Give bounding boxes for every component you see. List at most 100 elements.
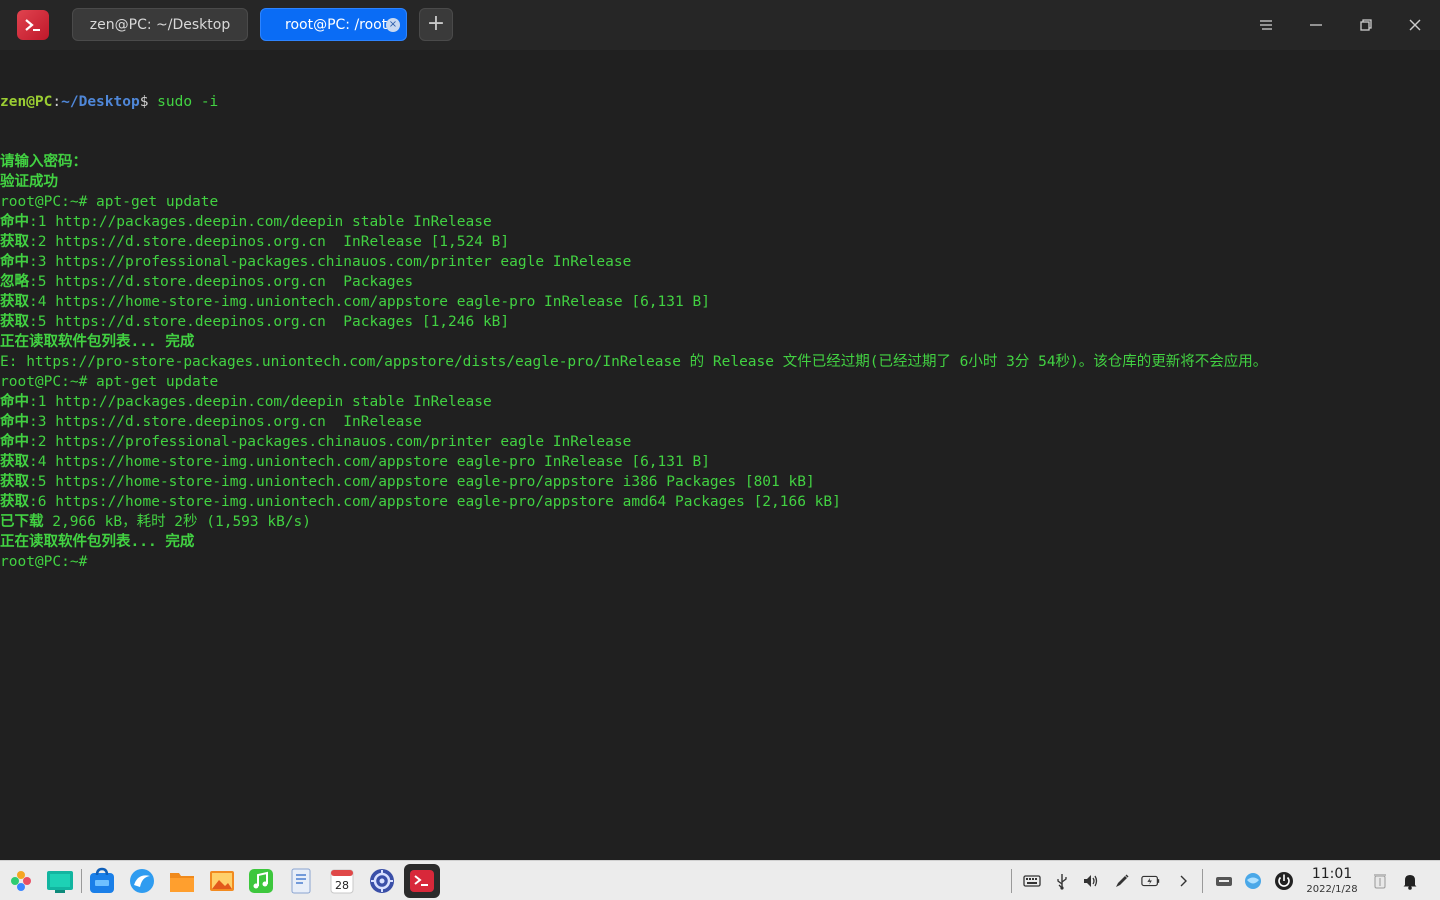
terminal-window: zen@PC: ~/Desktop root@PC: /root × + zen… (0, 0, 1440, 860)
browser-icon[interactable] (127, 866, 157, 896)
notification-bell-icon[interactable] (1400, 871, 1420, 891)
line-text: 验证成功 (0, 174, 58, 190)
line-text: :2 https://professional-packages.chinauo… (29, 434, 632, 450)
line-prefix: 获取 (0, 494, 29, 510)
prompt-command: sudo -i (148, 94, 219, 110)
keyboard-icon[interactable] (1022, 871, 1042, 891)
settings-icon[interactable] (367, 866, 397, 896)
terminal-line: 获取:5 https://d.store.deepinos.org.cn Pac… (0, 312, 1440, 332)
clock-time[interactable]: 11:01 (1306, 866, 1358, 882)
line-prefix: 获取 (0, 314, 29, 330)
terminal-dock-icon[interactable] (407, 866, 437, 896)
terminal-line: root@PC:~# apt-get update (0, 372, 1440, 392)
tray-separator (1011, 869, 1012, 893)
tab-root[interactable]: root@PC: /root × (260, 8, 407, 41)
tab-zen-desktop[interactable]: zen@PC: ~/Desktop (72, 8, 248, 41)
line-text: :1 http://packages.deepin.com/deepin sta… (29, 394, 492, 410)
terminal-line: 命中:2 https://professional-packages.china… (0, 432, 1440, 452)
prompt-separator: : (52, 94, 62, 110)
calendar-day: 28 (335, 879, 349, 892)
line-text: 2,966 kB，耗时 2秒 (1,593 kB/s) (43, 514, 312, 530)
terminal-line: 获取:2 https://d.store.deepinos.org.cn InR… (0, 232, 1440, 252)
menu-icon[interactable] (1253, 12, 1279, 38)
restore-icon[interactable] (1353, 12, 1379, 38)
line-prefix: 获取 (0, 474, 29, 490)
line-prefix: 已下载 (0, 514, 44, 530)
chevron-right-icon[interactable] (1173, 871, 1193, 891)
line-text: root@PC:~# (0, 554, 88, 570)
terminal-line: 命中:3 https://professional-packages.china… (0, 252, 1440, 272)
terminal-line: 命中:1 http://packages.deepin.com/deepin s… (0, 212, 1440, 232)
terminal-line: 验证成功 (0, 172, 1440, 192)
show-desktop-icon[interactable] (45, 866, 75, 896)
terminal-line: 获取:4 https://home-store-img.uniontech.co… (0, 292, 1440, 312)
document-viewer-icon[interactable] (286, 866, 316, 896)
line-prefix: 获取 (0, 294, 29, 310)
music-icon[interactable] (246, 866, 276, 896)
clock-date[interactable]: 2022/1/28 (1302, 884, 1362, 895)
terminal-lines: 请输入密码： 验证成功 root@PC:~# apt-get update 命中:1 … (0, 152, 1440, 572)
calendar-icon[interactable]: 28 (327, 866, 357, 896)
terminal-line: 请输入密码： (0, 152, 1440, 172)
dock-separator (81, 869, 82, 893)
image-viewer-icon[interactable] (207, 866, 237, 896)
terminal-line: 获取:6 https://home-store-img.uniontech.co… (0, 492, 1440, 512)
terminal-line: 已下载 2,966 kB，耗时 2秒 (1,593 kB/s) (0, 512, 1440, 532)
terminal-line: 命中:3 https://d.store.deepinos.org.cn InR… (0, 412, 1440, 432)
usb-icon[interactable] (1052, 871, 1072, 891)
line-text: :1 http://packages.deepin.com/deepin sta… (29, 214, 492, 230)
battery-icon[interactable] (1141, 871, 1161, 891)
input-method-icon[interactable] (1214, 871, 1234, 891)
line-text: :2 https://d.store.deepinos.org.cn InRel… (29, 234, 510, 250)
launcher-icon[interactable] (6, 866, 36, 896)
terminal-line: 获取:4 https://home-store-img.uniontech.co… (0, 452, 1440, 472)
line-text: root@PC:~# apt-get update (0, 194, 219, 210)
terminal-line: 命中:1 http://packages.deepin.com/deepin s… (0, 392, 1440, 412)
line-text: :5 https://d.store.deepinos.org.cn Packa… (29, 274, 414, 290)
volume-icon[interactable] (1081, 871, 1101, 891)
prompt-path: ~/Desktop (61, 94, 140, 110)
terminal-line: 获取:5 https://home-store-img.uniontech.co… (0, 472, 1440, 492)
line-text: :5 https://d.store.deepinos.org.cn Packa… (29, 314, 510, 330)
line-text: :5 https://home-store-img.uniontech.com/… (29, 474, 815, 490)
line-text: 正在读取软件包列表... 完成 (0, 334, 195, 350)
line-prefix: 获取 (0, 234, 29, 250)
line-prefix: 命中 (0, 394, 29, 410)
prompt-user: zen@PC (0, 94, 53, 110)
close-window-icon[interactable] (1402, 12, 1428, 38)
trash-icon[interactable] (1370, 871, 1390, 891)
line-text: 请输入密码： (0, 154, 87, 170)
line-text: root@PC:~# apt-get update (0, 374, 219, 390)
line-text: :3 https://professional-packages.chinauo… (29, 254, 632, 270)
terminal-line: 正在读取软件包列表... 完成 (0, 332, 1440, 352)
terminal-line: 忽略:5 https://d.store.deepinos.org.cn Pac… (0, 272, 1440, 292)
terminal-output[interactable]: zen@PC:~/Desktop$ sudo -i 请输入密码： 验证成功 root… (0, 52, 1440, 858)
line-prefix: 命中 (0, 254, 29, 270)
taskbar: 28 11:01 2022/1/28 (0, 860, 1440, 900)
line-text: E: https://pro-store-packages.uniontech.… (0, 354, 1268, 370)
terminal-app-icon[interactable] (17, 10, 49, 40)
line-text: :4 https://home-store-img.uniontech.com/… (29, 294, 710, 310)
line-prefix: 忽略 (0, 274, 29, 290)
line-prefix: 命中 (0, 214, 29, 230)
file-manager-icon[interactable] (167, 866, 197, 896)
line-prefix: 命中 (0, 414, 29, 430)
tab-label: root@PC: /root (285, 16, 388, 33)
line-text: :6 https://home-store-img.uniontech.com/… (29, 494, 841, 510)
line-text: 正在读取软件包列表... 完成 (0, 534, 195, 550)
app-store-icon[interactable] (87, 866, 117, 896)
network-icon[interactable] (1243, 871, 1263, 891)
minimize-icon[interactable] (1303, 12, 1329, 38)
title-bar: zen@PC: ~/Desktop root@PC: /root × + (0, 0, 1440, 50)
terminal-line: root@PC:~# apt-get update (0, 192, 1440, 212)
tray-separator (1202, 869, 1203, 893)
pen-icon[interactable] (1112, 871, 1132, 891)
power-icon[interactable] (1274, 871, 1294, 891)
terminal-line: root@PC:~# (0, 552, 1440, 572)
line-text: :3 https://d.store.deepinos.org.cn InRel… (29, 414, 422, 430)
new-tab-button[interactable]: + (419, 8, 453, 41)
line-text: :4 https://home-store-img.uniontech.com/… (29, 454, 710, 470)
line-prefix: 命中 (0, 434, 29, 450)
close-icon[interactable]: × (386, 18, 400, 32)
tab-label: zen@PC: ~/Desktop (89, 16, 231, 33)
